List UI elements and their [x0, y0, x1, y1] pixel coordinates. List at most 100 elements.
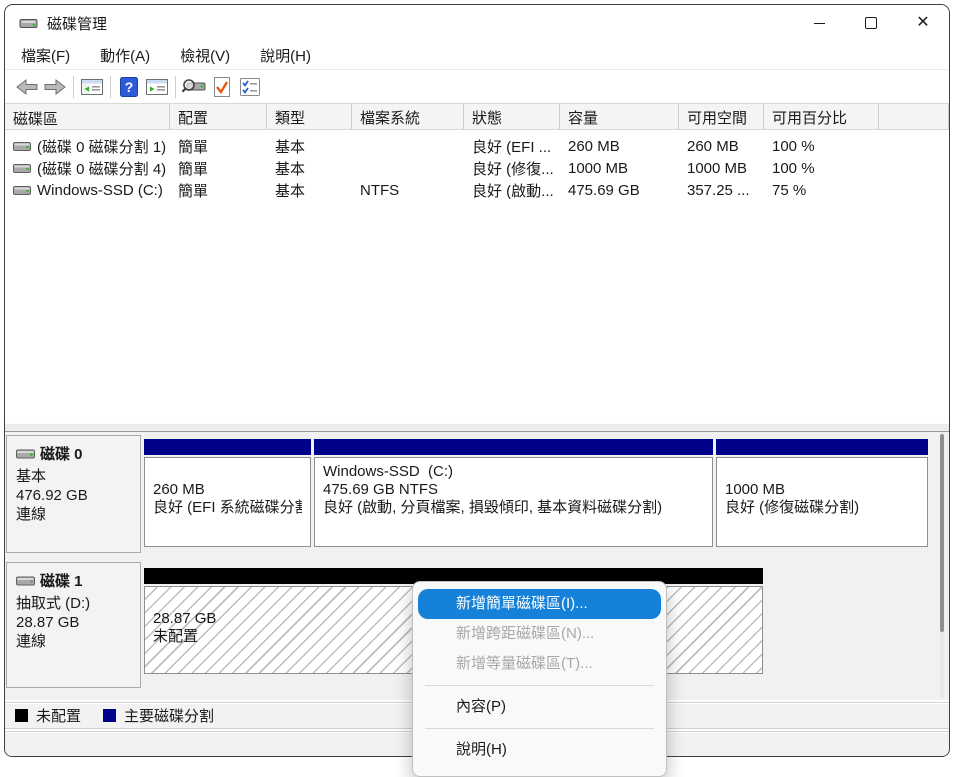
back-button[interactable] — [13, 74, 41, 100]
disk-1-label-panel[interactable]: 磁碟 1 抽取式 (D:) 28.87 GB 連線 — [6, 562, 141, 688]
column-header-capacity[interactable]: 容量 — [560, 104, 679, 129]
rescan-disks-icon — [181, 77, 207, 97]
disk-0-row: 磁碟 0 基本 476.92 GB 連線 260 MB 良好 (EFI 系統磁碟… — [5, 435, 949, 557]
cell-type: 基本 — [267, 136, 352, 157]
menu-item-help[interactable]: 說明(H) — [418, 735, 661, 765]
column-header-freespace[interactable]: 可用空間 — [679, 104, 764, 129]
cell-status: 良好 (修復... — [464, 158, 560, 179]
cell-status: 良好 (EFI ... — [464, 136, 560, 157]
cell-type: 基本 — [267, 158, 352, 179]
menu-help[interactable]: 說明(H) — [252, 42, 319, 69]
disk-drive-app-icon — [19, 16, 38, 30]
volume-row-partition-1[interactable]: (磁碟 0 磁碟分割 1) 簡單 基本 良好 (EFI ... 260 MB 2… — [5, 135, 949, 157]
menu-view[interactable]: 檢視(V) — [172, 42, 238, 69]
disk-status: 連線 — [16, 505, 131, 524]
minimize-button[interactable] — [793, 5, 845, 41]
column-header-percentfree[interactable]: 可用百分比 — [764, 104, 879, 129]
disk-0-label-panel[interactable]: 磁碟 0 基本 476.92 GB 連線 — [6, 435, 141, 553]
volume-icon — [13, 140, 31, 152]
cell-type: 基本 — [267, 180, 352, 201]
cell-percentfree: 100 % — [764, 138, 879, 155]
maximize-icon — [865, 17, 877, 29]
menu-bar: 檔案(F) 動作(A) 檢視(V) 說明(H) — [5, 41, 949, 70]
partition-color-bar — [144, 439, 311, 455]
cell-percentfree: 100 % — [764, 160, 879, 177]
volume-row-partition-4[interactable]: (磁碟 0 磁碟分割 4) 簡單 基本 良好 (修復... 1000 MB 10… — [5, 157, 949, 179]
menu-action[interactable]: 動作(A) — [92, 42, 158, 69]
volume-icon — [13, 162, 31, 174]
cell-capacity: 1000 MB — [560, 160, 679, 177]
title-bar: 磁碟管理 ✕ — [5, 5, 949, 41]
forward-button[interactable] — [41, 74, 69, 100]
refresh-button[interactable] — [208, 74, 236, 100]
partition-color-bar — [716, 439, 928, 455]
volume-row-windows-ssd[interactable]: Windows-SSD (C:) 簡單 基本 NTFS 良好 (啟動... 47… — [5, 179, 949, 201]
partition-status: 良好 (啟動, 分頁檔案, 損毀傾印, 基本資料磁碟分割) — [323, 499, 704, 517]
pane-splitter[interactable] — [5, 422, 949, 432]
partition-recovery[interactable]: 1000 MB 良好 (修復磁碟分割) — [716, 439, 928, 547]
view-options-button[interactable] — [236, 74, 264, 100]
column-header-volume[interactable]: 磁碟區 — [5, 104, 170, 129]
cell-filesystem: NTFS — [352, 182, 464, 199]
vertical-scrollbar-thumb[interactable] — [940, 434, 944, 632]
forward-icon — [43, 78, 67, 96]
close-button[interactable]: ✕ — [897, 5, 949, 41]
volume-name: (磁碟 0 磁碟分割 1) — [37, 136, 166, 157]
disk-status: 連線 — [16, 632, 131, 651]
legend-swatch-primary — [103, 709, 116, 722]
partition-windows-ssd-c[interactable]: Windows-SSD (C:) 475.69 GB NTFS 良好 (啟動, … — [314, 439, 713, 547]
column-header-layout[interactable]: 配置 — [170, 104, 267, 129]
cell-status: 良好 (啟動... — [464, 180, 560, 201]
volume-list-header: 磁碟區 配置 類型 檔案系統 狀態 容量 可用空間 可用百分比 — [5, 104, 949, 130]
column-header-status[interactable]: 狀態 — [464, 104, 560, 129]
toolbar-separator — [175, 76, 176, 98]
disk-kind: 抽取式 (D:) — [16, 594, 131, 613]
volume-list: 磁碟區 配置 類型 檔案系統 狀態 容量 可用空間 可用百分比 (磁碟 0 磁碟… — [5, 104, 949, 422]
action-pane-icon — [145, 77, 169, 97]
volume-icon — [13, 184, 31, 196]
help-icon: ? — [119, 76, 139, 98]
context-menu: 新增簡單磁碟區(I)... 新增跨距磁碟區(N)... 新增等量磁碟區(T)..… — [412, 581, 667, 777]
volume-name: (磁碟 0 磁碟分割 4) — [37, 158, 166, 179]
legend-label-unallocated: 未配置 — [36, 705, 81, 726]
close-icon: ✕ — [916, 15, 929, 31]
partition-efi-system[interactable]: 260 MB 良好 (EFI 系統磁碟分割 — [144, 439, 311, 547]
maximize-button[interactable] — [845, 5, 897, 41]
column-header-type[interactable]: 類型 — [267, 104, 352, 129]
partition-size: 1000 MB — [725, 481, 919, 499]
cell-layout: 簡單 — [170, 158, 267, 179]
menu-item-new-striped-volume: 新增等量磁碟區(T)... — [418, 649, 661, 679]
legend-label-primary: 主要磁碟分割 — [124, 705, 214, 726]
show-action-pane-button[interactable] — [143, 74, 171, 100]
show-console-tree-button[interactable] — [78, 74, 106, 100]
cell-capacity: 475.69 GB — [560, 182, 679, 199]
partition-size: 260 MB — [153, 481, 302, 499]
partition-color-bar — [314, 439, 713, 455]
disk-name: 磁碟 1 — [40, 570, 83, 591]
menu-item-new-simple-volume[interactable]: 新增簡單磁碟區(I)... — [418, 589, 661, 619]
menu-item-properties[interactable]: 內容(P) — [418, 692, 661, 722]
check-document-icon — [212, 76, 232, 98]
column-header-blank — [879, 104, 949, 129]
minimize-icon — [814, 23, 825, 24]
help-button[interactable]: ? — [115, 74, 143, 100]
cell-freespace: 357.25 ... — [679, 182, 764, 199]
partition-size: 475.69 GB NTFS — [323, 481, 704, 499]
cell-capacity: 260 MB — [560, 138, 679, 155]
rescan-disks-button[interactable] — [180, 74, 208, 100]
window-title: 磁碟管理 — [47, 13, 107, 34]
menu-separator — [425, 728, 654, 729]
partition-status: 良好 (EFI 系統磁碟分割 — [153, 499, 302, 517]
volume-name: Windows-SSD (C:) — [37, 182, 163, 199]
toolbar-separator — [73, 76, 74, 98]
svg-text:?: ? — [125, 79, 134, 95]
disk-icon — [16, 447, 35, 460]
cell-freespace: 260 MB — [679, 138, 764, 155]
menu-file[interactable]: 檔案(F) — [13, 42, 78, 69]
column-header-filesystem[interactable]: 檔案系統 — [352, 104, 464, 129]
menu-separator — [425, 685, 654, 686]
cell-freespace: 1000 MB — [679, 160, 764, 177]
disk-name: 磁碟 0 — [40, 443, 83, 464]
cell-layout: 簡單 — [170, 136, 267, 157]
back-icon — [15, 78, 39, 96]
